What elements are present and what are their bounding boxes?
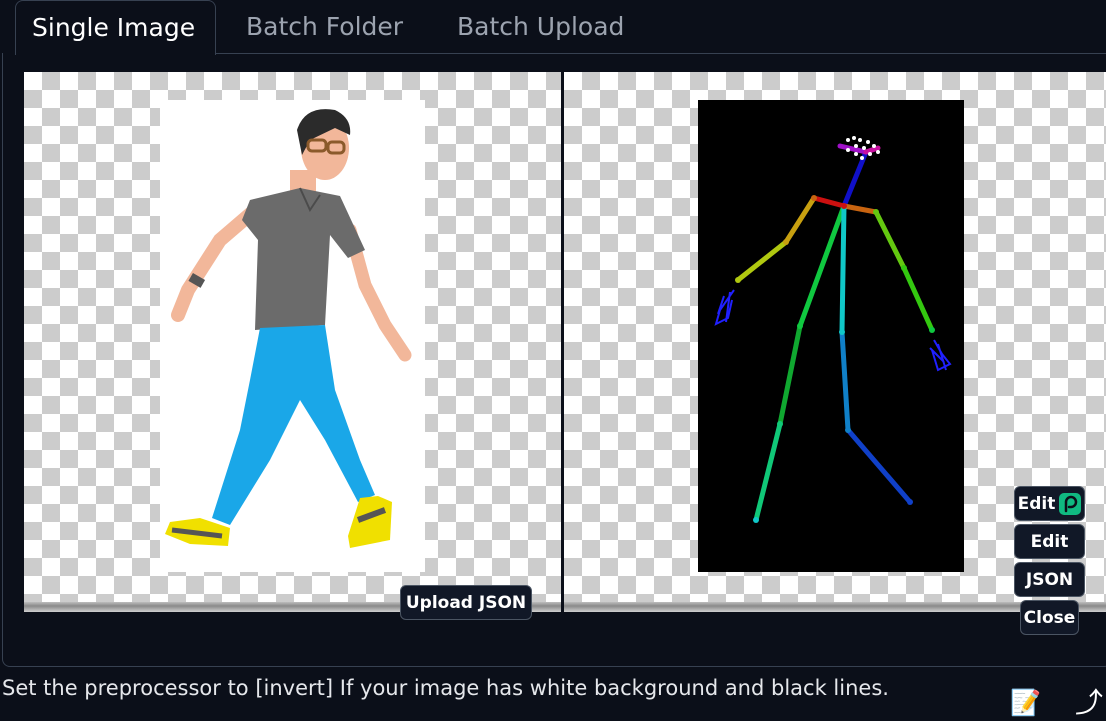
upload-json-button[interactable]: Upload JSON xyxy=(400,585,532,620)
notepad-icon[interactable]: 📝 xyxy=(1010,688,1041,718)
tab-single-image[interactable]: Single Image xyxy=(15,0,216,55)
openpose-skeleton xyxy=(714,136,952,523)
pose-preview-canvas[interactable] xyxy=(564,72,1106,602)
close-button[interactable]: Close xyxy=(1020,600,1079,635)
walking-person-illustration xyxy=(165,109,412,548)
edit-button[interactable]: Edit xyxy=(1014,524,1085,559)
photopea-logo-icon xyxy=(1059,492,1082,515)
curved-arrow-icon[interactable]: ⤴ xyxy=(1074,686,1104,720)
tab-batch-folder[interactable]: Batch Folder xyxy=(230,0,419,54)
preprocessor-hint-text: Set the preprocessor to [invert] If your… xyxy=(2,676,889,700)
canvas-divider xyxy=(561,72,564,612)
edit-photopea-label: Edit xyxy=(1017,493,1056,514)
pose-skeleton-image xyxy=(698,100,964,572)
json-button[interactable]: JSON xyxy=(1014,562,1085,597)
tab-bar: Single Image Batch Folder Batch Upload xyxy=(0,0,1106,55)
edit-photopea-button[interactable]: Edit xyxy=(1014,486,1085,521)
input-image xyxy=(160,100,425,572)
tab-batch-upload[interactable]: Batch Upload xyxy=(441,0,640,54)
input-image-canvas[interactable] xyxy=(24,72,561,602)
